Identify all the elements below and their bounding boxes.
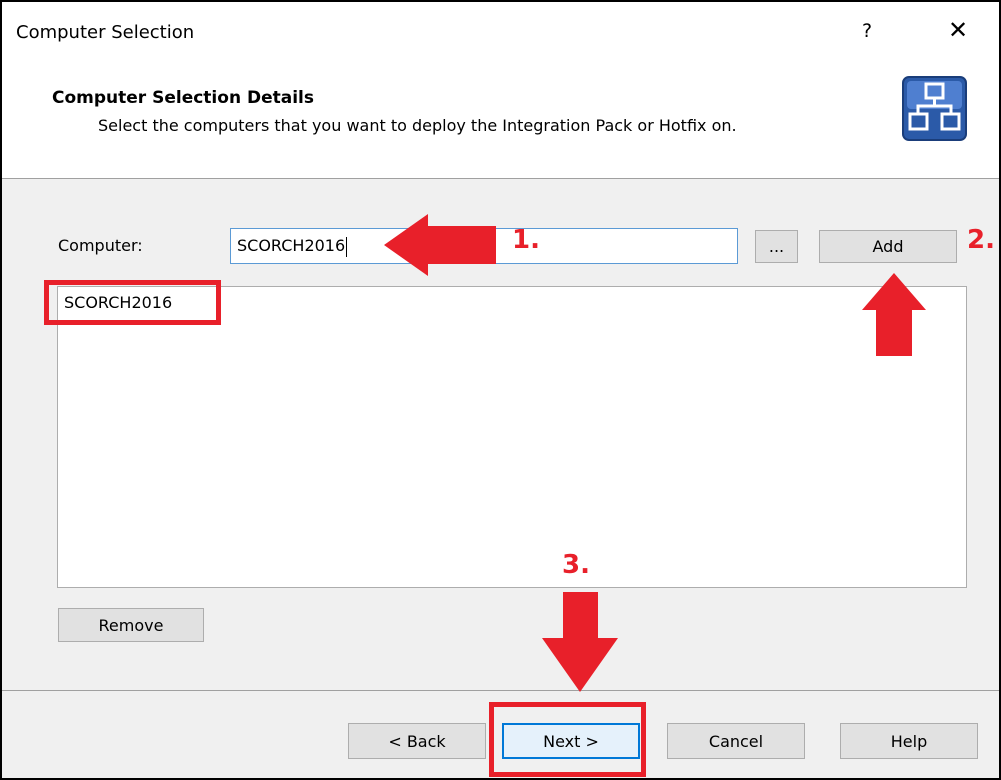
annotation-step-3: 3. — [562, 550, 590, 580]
highlight-list-item — [44, 280, 221, 325]
arrow-2-shape — [862, 273, 926, 356]
arrow-3-shape — [542, 592, 618, 692]
annotation-overlay — [384, 214, 926, 692]
annotation-step-2: 2. — [967, 225, 995, 255]
arrow-1-shape — [384, 214, 496, 276]
highlight-next-button — [489, 702, 646, 777]
annotation-step-1: 1. — [512, 225, 540, 255]
